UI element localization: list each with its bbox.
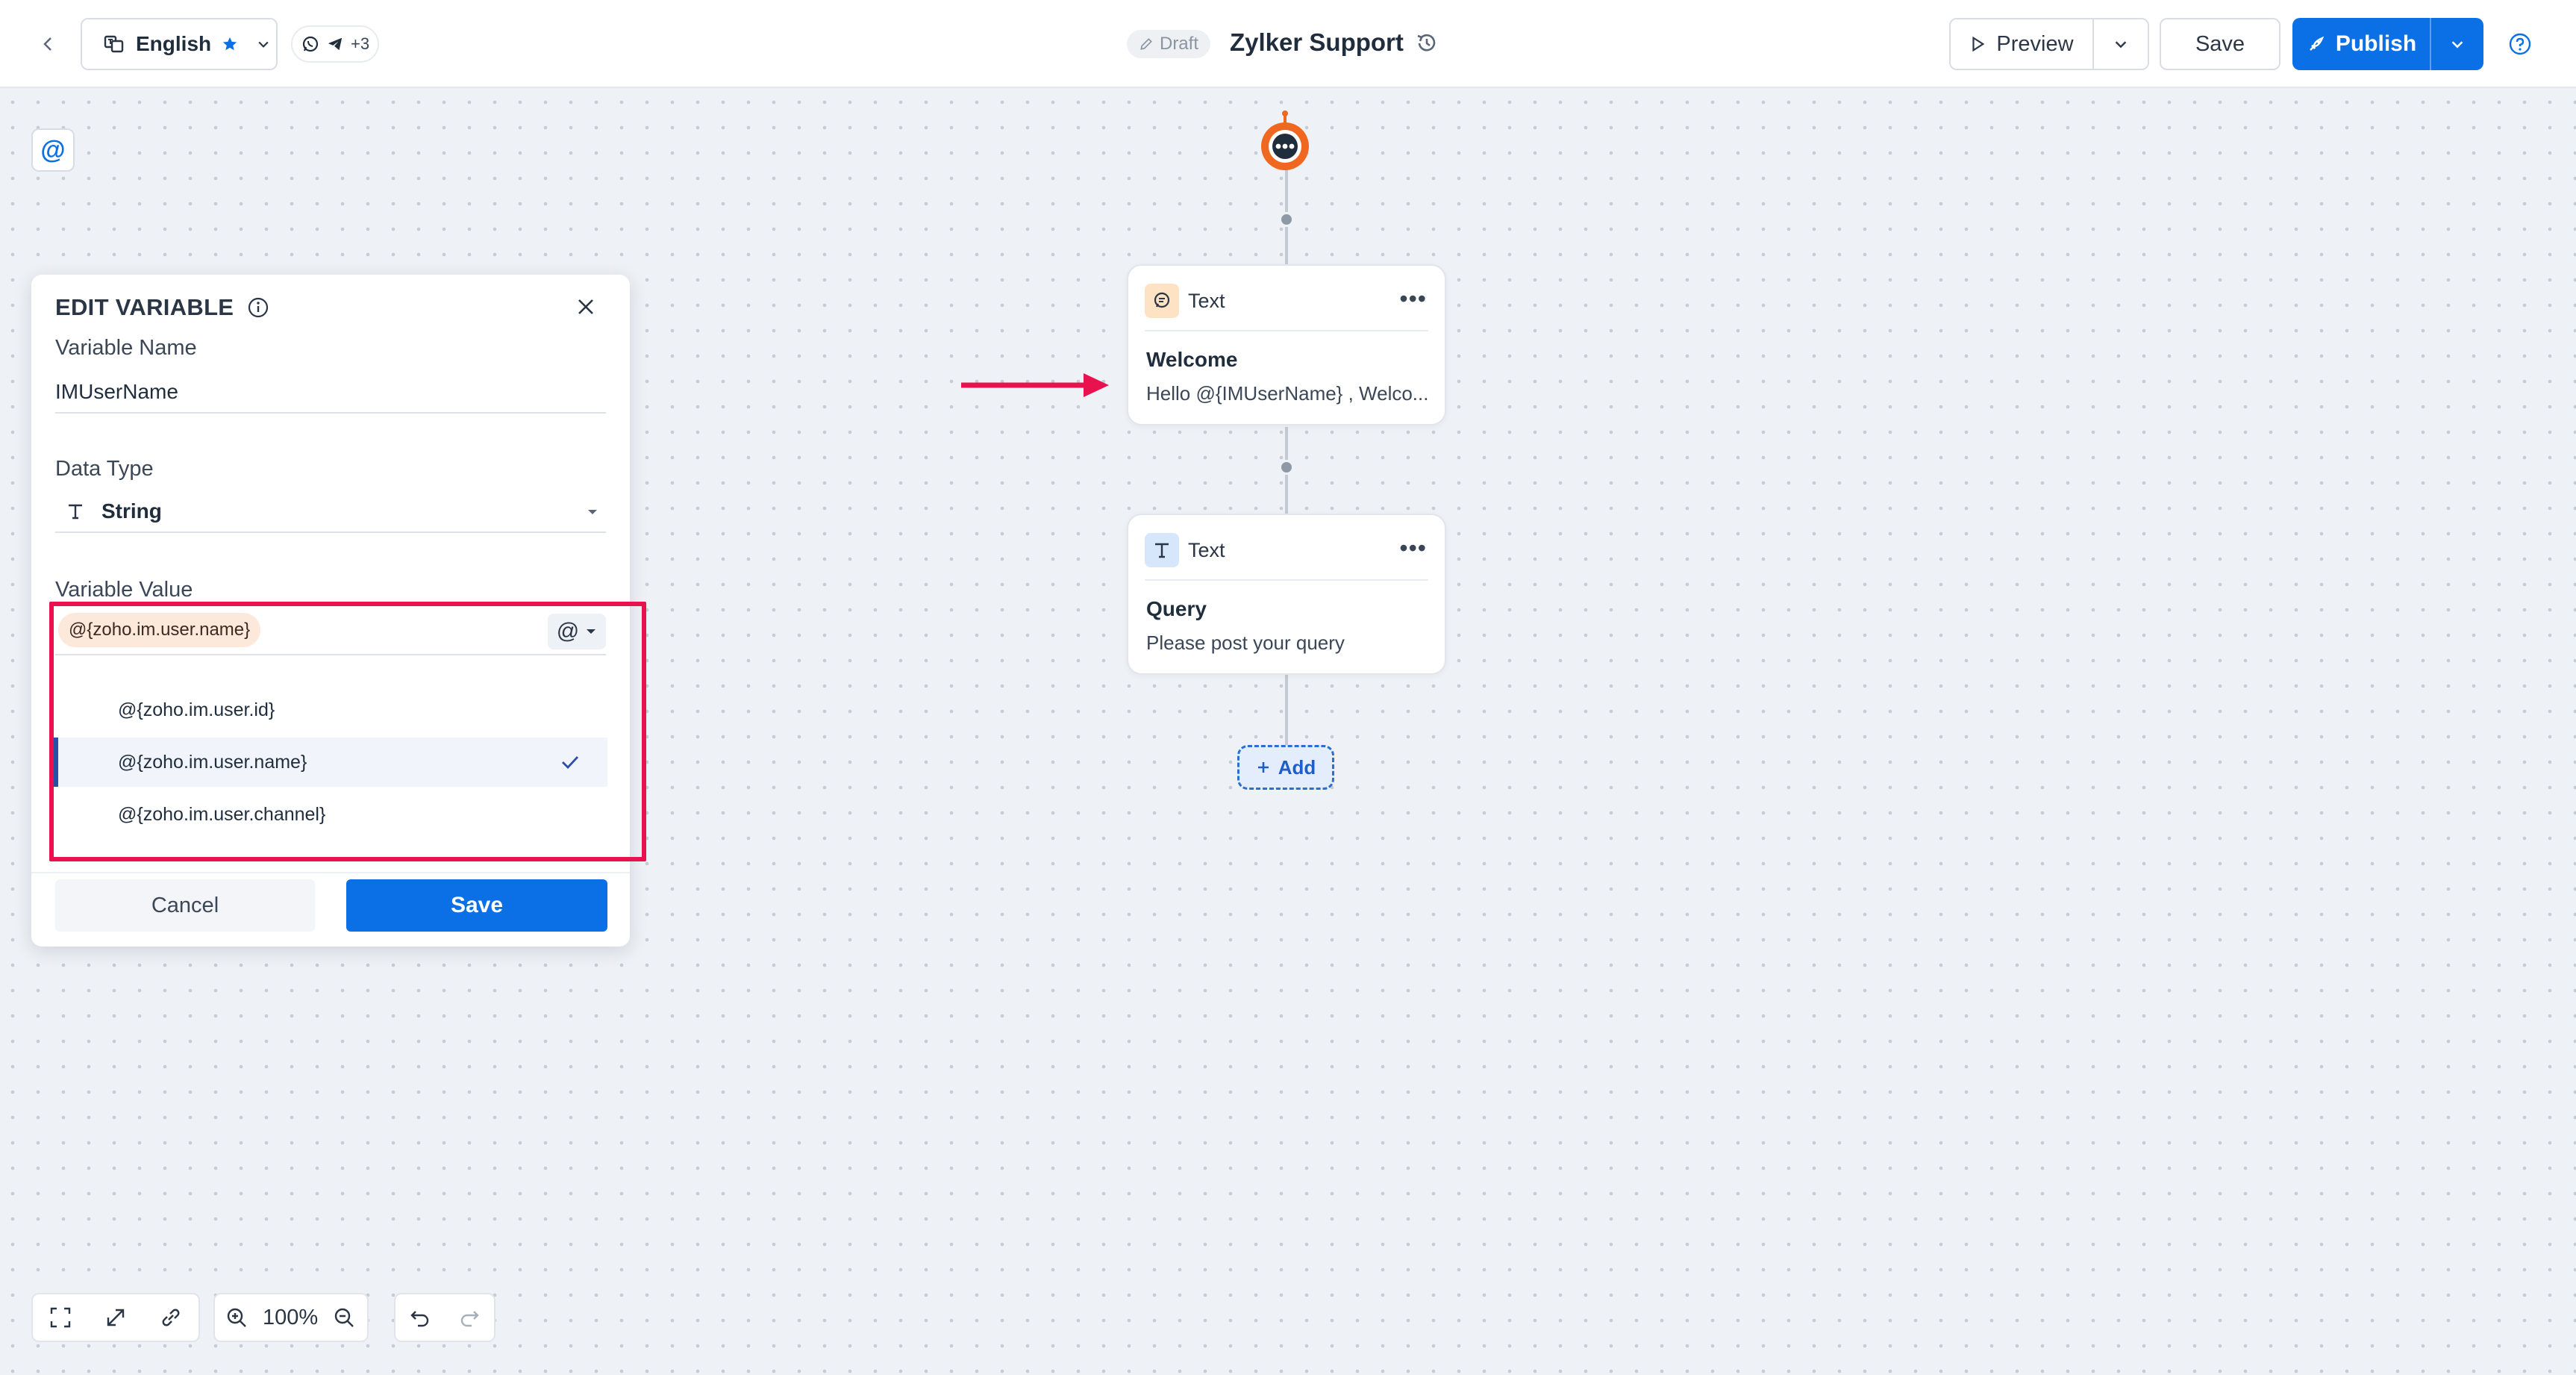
at-sign-icon: @	[40, 135, 66, 164]
language-selector[interactable]: English	[81, 18, 278, 70]
preview-button[interactable]: Preview	[1951, 19, 2094, 69]
expand-icon[interactable]	[88, 1294, 143, 1341]
channels-more-count: +3	[351, 34, 370, 53]
history-controls	[394, 1293, 495, 1342]
data-type-select[interactable]: String	[55, 491, 606, 533]
publish-label: Publish	[2335, 31, 2417, 56]
add-label: Add	[1278, 755, 1316, 779]
edit-variable-panel: EDIT VARIABLE Variable Name IMUserName D…	[31, 275, 646, 947]
variables-toggle-button[interactable]: @	[31, 128, 75, 172]
connector-dot	[1279, 460, 1294, 475]
chat-bubble-icon	[1145, 284, 1179, 318]
flow-canvas[interactable]: @ Text ••• Welcome Hello @{IMUserName} ,…	[0, 90, 2576, 1375]
annotation-highlight	[49, 602, 646, 861]
card-header: Text •••	[1145, 282, 1428, 319]
draft-label: Draft	[1159, 34, 1198, 54]
text-type-icon	[1145, 533, 1179, 567]
fit-screen-icon[interactable]	[33, 1294, 88, 1341]
save-variable-button[interactable]: Save	[346, 879, 607, 932]
add-block-button[interactable]: Add	[1237, 745, 1334, 790]
flow-card-query[interactable]: Text ••• Query Please post your query	[1127, 514, 1446, 675]
variable-value-label: Variable Value	[55, 578, 193, 602]
pencil-icon	[1140, 38, 1152, 50]
bot-start-node[interactable]	[1258, 109, 1312, 175]
top-bar: English +3 Draft Zylker Support Preview …	[0, 0, 2576, 88]
save-button[interactable]: Save	[2160, 18, 2280, 70]
telegram-icon	[328, 37, 343, 51]
card-type-label: Text	[1188, 289, 1225, 312]
publish-options-button[interactable]	[2431, 18, 2483, 70]
undo-icon[interactable]	[396, 1294, 445, 1341]
back-button[interactable]	[33, 28, 64, 60]
panel-title: EDIT VARIABLE	[55, 294, 269, 321]
connector-line	[1285, 675, 1288, 749]
card-title: Query	[1146, 597, 1207, 620]
redo-icon[interactable]	[445, 1294, 494, 1341]
text-type-icon	[69, 504, 82, 520]
play-icon	[1972, 36, 1985, 52]
zoom-in-icon[interactable]	[215, 1294, 258, 1341]
language-label: English	[136, 32, 212, 55]
zoom-out-icon[interactable]	[322, 1294, 366, 1341]
connector-dot	[1279, 212, 1294, 227]
close-icon[interactable]	[576, 297, 595, 320]
divider	[1145, 579, 1428, 581]
link-icon[interactable]	[143, 1294, 198, 1341]
view-controls	[31, 1293, 200, 1342]
translate-icon	[104, 35, 124, 53]
publish-button-group: Publish	[2292, 18, 2483, 70]
data-type-label: Data Type	[55, 457, 154, 481]
preview-button-group: Preview	[1949, 18, 2149, 70]
preview-options-button[interactable]	[2094, 19, 2148, 69]
flow-card-welcome[interactable]: Text ••• Welcome Hello @{IMUserName} , W…	[1127, 264, 1446, 425]
history-icon[interactable]	[1413, 30, 1440, 60]
whatsapp-icon	[302, 36, 319, 52]
zoom-level: 100%	[263, 1305, 319, 1329]
publish-button[interactable]: Publish	[2292, 18, 2431, 70]
bot-name: Zylker Support	[1230, 28, 1404, 56]
star-icon	[222, 37, 237, 51]
card-message-preview: Please post your query	[1146, 632, 1345, 654]
card-header: Text •••	[1145, 531, 1428, 569]
bot-avatar-icon	[1261, 110, 1309, 170]
chevron-left-icon	[43, 37, 51, 51]
card-type-label: Text	[1188, 538, 1225, 561]
divider	[1145, 330, 1428, 331]
panel-footer-divider	[31, 872, 630, 873]
card-title: Welcome	[1146, 348, 1238, 371]
variable-name-label: Variable Name	[55, 336, 197, 360]
preview-label: Preview	[1996, 31, 2074, 56]
panel-title-text: EDIT VARIABLE	[55, 294, 234, 320]
draft-badge: Draft	[1127, 30, 1210, 58]
zoom-controls: 100%	[213, 1293, 369, 1342]
caret-down-icon	[588, 510, 597, 514]
chevron-down-icon	[258, 41, 269, 48]
data-type-value: String	[101, 499, 162, 523]
annotation-arrow	[958, 369, 1112, 405]
chevron-down-icon	[2451, 41, 2463, 49]
more-options-icon[interactable]: •••	[1399, 285, 1427, 313]
cancel-button[interactable]: Cancel	[55, 879, 315, 932]
variable-name-field[interactable]: IMUserName	[55, 372, 606, 414]
channels-indicator[interactable]: +3	[291, 25, 379, 63]
more-options-icon[interactable]: •••	[1399, 534, 1427, 562]
chevron-down-icon	[2115, 41, 2127, 49]
variable-name-value: IMUserName	[55, 380, 178, 403]
help-icon[interactable]	[2507, 31, 2533, 60]
plus-icon	[1257, 762, 1269, 773]
info-icon[interactable]	[247, 296, 269, 319]
rocket-icon	[2309, 36, 2325, 51]
card-message-preview: Hello @{IMUserName} , Welco...	[1146, 382, 1429, 405]
